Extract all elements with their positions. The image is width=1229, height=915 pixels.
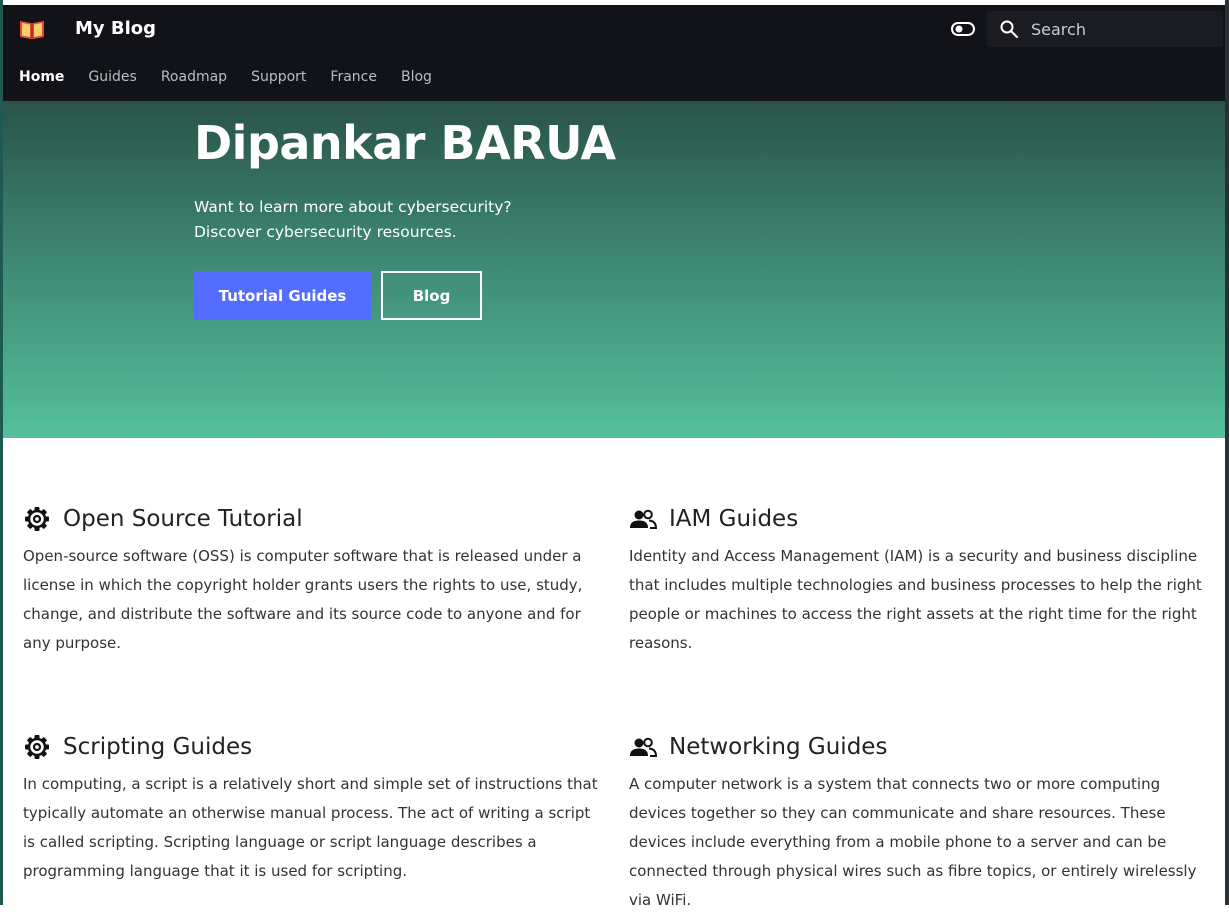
book-icon[interactable]: [18, 18, 46, 40]
feature-description: Identity and Access Management (IAM) is …: [629, 547, 1202, 652]
hero-title: Dipankar BARUA: [194, 116, 616, 170]
users-icon: [630, 737, 657, 757]
feature-title: IAM Guides: [669, 506, 799, 532]
feature-description: A computer network is a system that conn…: [629, 775, 1197, 909]
nav-item-guides[interactable]: Guides: [88, 69, 136, 85]
blog-button[interactable]: Blog: [381, 271, 482, 320]
nav-item-roadmap[interactable]: Roadmap: [161, 69, 227, 85]
nav-item-blog[interactable]: Blog: [401, 69, 432, 85]
feature-title: Open Source Tutorial: [63, 506, 303, 532]
feature-card-scripting: Scripting Guides In computing, a script …: [23, 730, 598, 886]
toggle-icon[interactable]: [951, 21, 975, 37]
search-box[interactable]: Search: [987, 11, 1223, 47]
window-right-edge: [1225, 0, 1229, 905]
feature-card-open-source: Open Source Tutorial Open-source softwar…: [23, 502, 598, 658]
nav-item-france[interactable]: France: [330, 69, 377, 85]
site-header: My Blog Search Home Guides Roadmap Suppo…: [3, 5, 1225, 101]
main-nav: Home Guides Roadmap Support France Blog: [19, 69, 432, 85]
feature-description: In computing, a script is a relatively s…: [23, 775, 598, 880]
tutorial-guides-button[interactable]: Tutorial Guides: [194, 271, 371, 320]
nav-item-support[interactable]: Support: [251, 69, 306, 85]
nav-item-home[interactable]: Home: [19, 69, 64, 85]
feature-card-networking: Networking Guides A computer network is …: [629, 730, 1204, 915]
feature-title: Networking Guides: [669, 734, 888, 760]
search-placeholder[interactable]: Search: [1031, 20, 1086, 39]
feature-title: Scripting Guides: [63, 734, 253, 760]
feature-card-iam: IAM Guides Identity and Access Managemen…: [629, 502, 1204, 658]
feature-description: Open-source software (OSS) is computer s…: [23, 547, 583, 652]
gear-icon: [25, 735, 49, 759]
hero-section: Dipankar BARUA Want to learn more about …: [3, 101, 1225, 438]
search-icon[interactable]: [999, 19, 1019, 39]
site-title[interactable]: My Blog: [75, 18, 156, 39]
gear-icon: [25, 507, 49, 531]
users-icon: [630, 509, 657, 529]
hero-subtitle: Want to learn more about cybersecurity? …: [194, 198, 512, 241]
